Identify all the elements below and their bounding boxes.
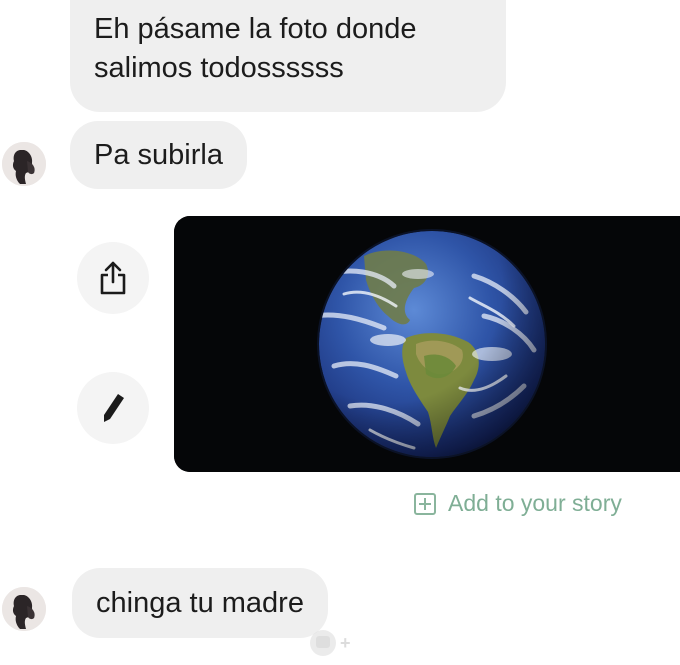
share-button[interactable] xyxy=(77,242,149,314)
message-bubble[interactable]: chinga tu madre xyxy=(72,568,328,638)
add-reaction-button[interactable]: + xyxy=(310,630,351,656)
plus-square-icon xyxy=(414,492,436,515)
message-text: chinga tu madre xyxy=(96,587,304,619)
share-icon xyxy=(100,261,126,295)
avatar[interactable] xyxy=(2,142,46,186)
avatar[interactable] xyxy=(2,587,46,631)
earth-photo[interactable] xyxy=(174,216,680,472)
message-bubble[interactable]: Pa subirla xyxy=(70,121,247,189)
message-text-line: Eh pásame la foto donde xyxy=(94,13,417,45)
message-text: Pa subirla xyxy=(94,139,223,171)
add-to-story-label: Add to your story xyxy=(448,490,622,516)
chat-screen: Eh pásame la foto donde salimos todossss… xyxy=(0,0,680,665)
message-text-line: salimos todossssss xyxy=(94,52,344,84)
earth-image xyxy=(174,216,680,472)
edit-button[interactable] xyxy=(77,372,149,444)
message-bubble[interactable]: Eh pásame la foto donde salimos todossss… xyxy=(70,0,506,112)
person-silhouette-icon xyxy=(2,142,46,186)
plus-icon: + xyxy=(340,632,351,653)
add-to-story-button[interactable]: Add to your story xyxy=(414,490,622,517)
add-reaction-icon xyxy=(310,630,336,656)
pencil-icon xyxy=(104,394,124,422)
person-silhouette-icon xyxy=(2,587,46,631)
